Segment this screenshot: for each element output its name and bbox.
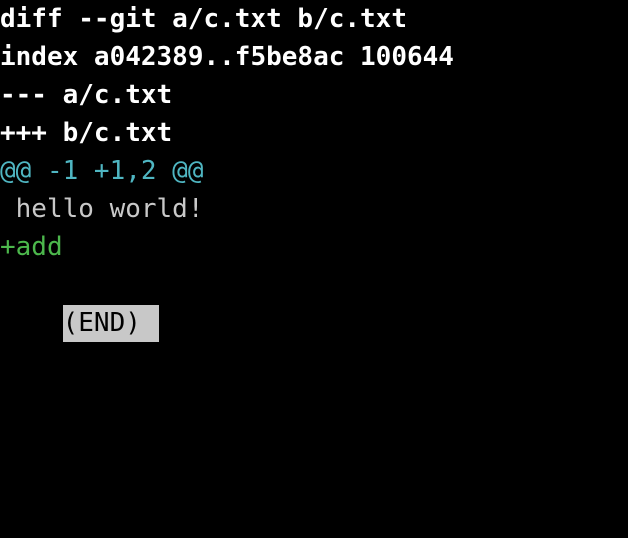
pager-status-line: (END) <box>0 266 628 342</box>
old-file-line: --- a/c.txt <box>0 80 173 110</box>
terminal-window[interactable]: diff --git a/c.txt b/c.txt index a042389… <box>0 0 628 538</box>
context-line: hello world! <box>0 194 204 224</box>
hunk-header-line: @@ -1 +1,2 @@ <box>0 156 204 186</box>
new-file-line: +++ b/c.txt <box>0 118 173 148</box>
pager-end-indicator: (END) <box>62 305 159 342</box>
diff-header-line: diff --git a/c.txt b/c.txt <box>0 4 407 34</box>
index-line: index a042389..f5be8ac 100644 <box>0 42 454 72</box>
added-line: +add <box>0 232 63 262</box>
